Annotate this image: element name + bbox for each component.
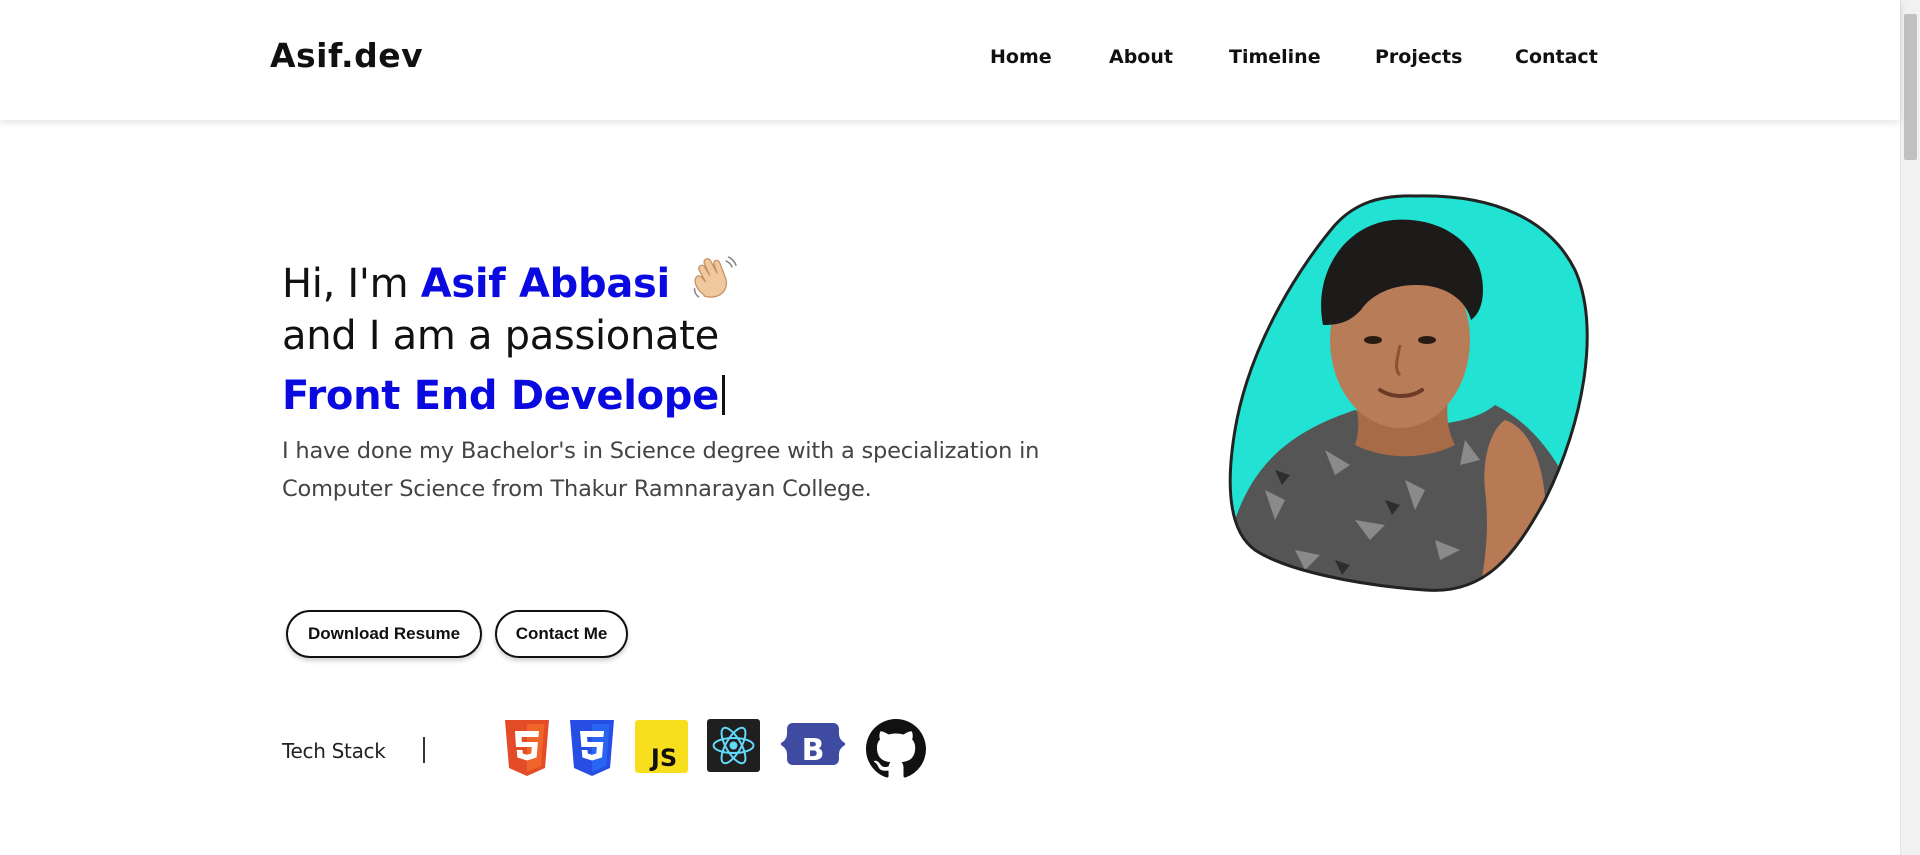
waving-hand-icon	[694, 256, 738, 298]
javascript-icon: JS	[635, 720, 688, 773]
nav-links: Home About Timeline Projects Contact	[0, 46, 1900, 76]
contact-me-button[interactable]: Contact Me	[495, 610, 628, 658]
react-icon	[707, 719, 760, 772]
html5-icon	[505, 720, 549, 776]
bootstrap-icon: B	[781, 723, 845, 768]
svg-text:B: B	[802, 733, 825, 768]
svg-text:JS: JS	[649, 744, 677, 772]
hero-description: I have done my Bachelor's in Science deg…	[282, 438, 1040, 502]
page-scrollbar[interactable]	[1900, 0, 1920, 855]
hero-role: Front End Develope	[282, 373, 725, 419]
tech-stack-divider	[423, 737, 425, 763]
css3-icon	[570, 720, 614, 776]
hero-name: Asif Abbasi	[420, 261, 671, 307]
typed-role: Front End Develope	[282, 373, 719, 419]
nav-home[interactable]: Home	[990, 46, 1052, 68]
hero-subline: and I am a passionate	[282, 313, 719, 359]
tech-stack-label: Tech Stack	[282, 739, 386, 763]
navbar: Asif.dev Home About Timeline Projects Co…	[0, 0, 1900, 120]
nav-about[interactable]: About	[1109, 46, 1173, 68]
nav-projects[interactable]: Projects	[1375, 46, 1462, 68]
typing-cursor	[721, 375, 725, 415]
nav-contact[interactable]: Contact	[1515, 46, 1598, 68]
scrollbar-thumb[interactable]	[1904, 14, 1917, 160]
profile-avatar	[1228, 194, 1589, 592]
github-icon[interactable]	[866, 719, 926, 779]
hero-greeting: Hi, I'm Asif Abbasi	[282, 253, 740, 307]
nav-timeline[interactable]: Timeline	[1229, 46, 1321, 68]
greeting-prefix: Hi, I'm	[282, 261, 421, 307]
download-resume-button[interactable]: Download Resume	[286, 610, 482, 658]
